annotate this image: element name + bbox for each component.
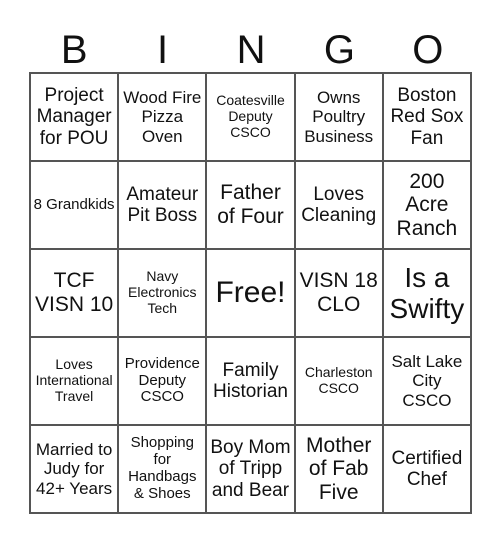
free-space[interactable]: Free! [206,249,295,337]
bingo-cell[interactable]: Is a Swifty [382,249,471,337]
bingo-cell[interactable]: Amateur Pit Boss [118,161,207,249]
bingo-cell[interactable]: Certified Chef [382,425,471,513]
bingo-cell[interactable]: Salt Lake City CSCO [382,337,471,425]
header-letter-g: G [323,28,355,72]
bingo-cell[interactable]: Boston Red Sox Fan [382,73,471,161]
bingo-cell[interactable]: Wood Fire Pizza Oven [118,73,207,161]
bingo-cell[interactable]: Loves International Travel [30,337,119,425]
bingo-cell[interactable]: Coatesville Deputy CSCO [206,73,295,161]
bingo-cell[interactable]: 8 Grandkids [30,161,119,249]
bingo-cell[interactable]: Shopping for Handbags & Shoes [118,425,207,513]
bingo-cell[interactable]: TCF VISN 10 [30,249,119,337]
bingo-cell[interactable]: Charleston CSCO [294,337,383,425]
bingo-cell[interactable]: Father of Four [206,161,295,249]
bingo-cell[interactable]: Providence Deputy CSCO [118,337,207,425]
bingo-board: Project Manager for POU Wood Fire Pizza … [29,72,472,514]
bingo-cell[interactable]: Loves Cleaning [294,161,383,249]
header-letter-b: B [60,28,88,72]
bingo-cell[interactable]: Mother of Fab Five [294,425,383,513]
bingo-cell[interactable]: 200 Acre Ranch [382,161,471,249]
bingo-cell[interactable]: Navy Electronics Tech [118,249,207,337]
header-letter-o: O [412,28,444,72]
bingo-cell[interactable]: Owns Poultry Business [294,73,383,161]
bingo-cell[interactable]: Project Manager for POU [30,73,119,161]
bingo-cell[interactable]: Family Historian [206,337,295,425]
header-letter-i: I [157,28,169,72]
header-letter-n: N [236,28,266,72]
bingo-header: B I N G O [30,28,472,72]
bingo-cell[interactable]: Boy Mom of Tripp and Bear [206,425,295,513]
bingo-cell[interactable]: VISN 18 CLO [294,249,383,337]
bingo-cell[interactable]: Married to Judy for 42+ Years [30,425,119,513]
